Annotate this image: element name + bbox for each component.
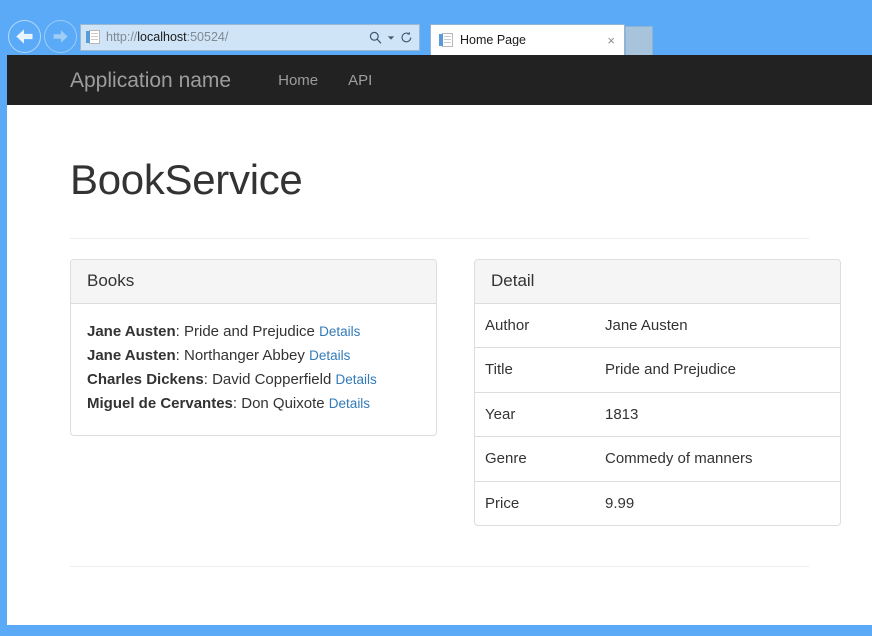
url-scheme: http://	[106, 31, 137, 44]
detail-value: Commedy of manners	[595, 437, 840, 482]
detail-value: Jane Austen	[595, 304, 840, 348]
book-separator: :	[176, 347, 184, 364]
browser-window: http://localhost:50524/	[0, 0, 872, 636]
book-details-link[interactable]: Details	[335, 372, 376, 387]
book-title: David Copperfield	[212, 371, 331, 388]
book-separator: :	[233, 395, 241, 412]
tab-title: Home Page	[460, 34, 604, 47]
book-separator: :	[176, 323, 184, 340]
nav-link-home[interactable]: Home	[263, 73, 333, 88]
book-details-link[interactable]: Details	[309, 348, 350, 363]
book-details-link[interactable]: Details	[319, 324, 360, 339]
back-button[interactable]	[8, 20, 41, 53]
detail-label: Price	[475, 481, 595, 525]
detail-panel-heading: Detail	[475, 260, 840, 303]
address-bar[interactable]: http://localhost:50524/	[80, 24, 420, 51]
book-author: Jane Austen	[87, 347, 176, 364]
panels-row: Books Jane Austen: Pride and Prejudice D…	[70, 259, 809, 526]
detail-value: 9.99	[595, 481, 840, 525]
books-column: Books Jane Austen: Pride and Prejudice D…	[70, 259, 437, 526]
list-item: Miguel de Cervantes: Don Quixote Details	[87, 392, 420, 416]
detail-label: Author	[475, 304, 595, 348]
detail-value: Pride and Prejudice	[595, 348, 840, 393]
books-panel-heading: Books	[71, 260, 436, 303]
site-navbar: Application name Home API	[7, 55, 872, 105]
detail-column: Detail Author Jane Austen Title Prid	[474, 259, 841, 526]
table-row: Genre Commedy of manners	[475, 437, 840, 482]
detail-value: 1813	[595, 392, 840, 437]
browser-chrome: http://localhost:50524/	[0, 0, 872, 55]
book-author: Miguel de Cervantes	[87, 395, 233, 412]
page-favicon-icon	[86, 30, 100, 45]
refresh-icon[interactable]	[400, 31, 413, 44]
book-details-link[interactable]: Details	[329, 396, 370, 411]
detail-panel-title: Detail	[491, 271, 824, 291]
url-path: :50524/	[187, 31, 229, 44]
book-author: Jane Austen	[87, 323, 176, 340]
detail-label: Year	[475, 392, 595, 437]
list-item: Charles Dickens: David Copperfield Detai…	[87, 368, 420, 392]
column-gap	[437, 259, 474, 526]
tab-favicon-icon	[439, 33, 453, 48]
detail-panel: Detail Author Jane Austen Title Prid	[474, 259, 841, 526]
url-text: http://localhost:50524/	[106, 31, 369, 44]
tab-home-page[interactable]: Home Page ×	[430, 24, 625, 55]
book-author: Charles Dickens	[87, 371, 204, 388]
detail-table: Author Jane Austen Title Pride and Preju…	[475, 304, 840, 526]
forward-button[interactable]	[44, 20, 77, 53]
list-item: Jane Austen: Pride and Prejudice Details	[87, 320, 420, 344]
book-title: Northanger Abbey	[184, 347, 305, 364]
chevron-down-icon[interactable]	[387, 35, 395, 41]
table-row: Price 9.99	[475, 481, 840, 525]
page-viewport: Application name Home API BookService Bo…	[7, 55, 872, 625]
tab-strip: Home Page ×	[430, 24, 653, 55]
page-container: BookService Books Jane Austen: Pride and…	[7, 157, 872, 567]
book-title: Pride and Prejudice	[184, 323, 315, 340]
title-divider	[70, 238, 809, 239]
page-title: BookService	[70, 157, 809, 203]
list-item: Jane Austen: Northanger Abbey Details	[87, 344, 420, 368]
books-panel-title: Books	[87, 271, 420, 291]
navbar-brand[interactable]: Application name	[70, 70, 231, 91]
tab-close-icon[interactable]: ×	[604, 34, 618, 47]
books-panel: Books Jane Austen: Pride and Prejudice D…	[70, 259, 437, 436]
detail-label: Title	[475, 348, 595, 393]
footer-divider	[70, 566, 809, 567]
book-separator: :	[204, 371, 212, 388]
table-row: Author Jane Austen	[475, 304, 840, 348]
book-title: Don Quixote	[241, 395, 324, 412]
new-tab-button[interactable]	[625, 26, 653, 55]
table-row: Title Pride and Prejudice	[475, 348, 840, 393]
nav-link-api[interactable]: API	[333, 73, 387, 88]
books-panel-body: Jane Austen: Pride and Prejudice Details…	[71, 304, 436, 435]
address-bar-icons	[369, 31, 415, 44]
detail-label: Genre	[475, 437, 595, 482]
table-row: Year 1813	[475, 392, 840, 437]
navigation-buttons	[8, 20, 77, 53]
url-host: localhost	[137, 31, 186, 44]
search-icon[interactable]	[369, 31, 382, 44]
